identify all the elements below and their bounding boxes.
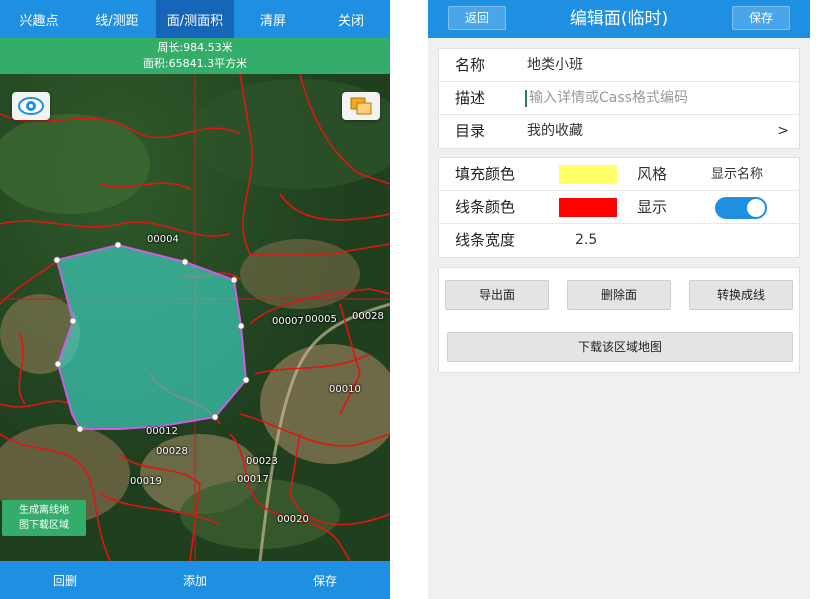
style-label: 风格 — [637, 165, 668, 183]
fill-color-swatch[interactable] — [559, 165, 617, 184]
offline-map-line1: 生成离线地 — [19, 505, 69, 516]
desc-input[interactable]: 输入详情或Cass格式编码 — [529, 82, 688, 115]
offline-map-line2: 图下载区域 — [19, 520, 69, 531]
parcel-label: 00023 — [246, 456, 278, 467]
parcel-label: 00017 — [237, 474, 269, 485]
style-value[interactable]: 显示名称 — [711, 158, 763, 191]
desc-row[interactable]: 描述 输入详情或Cass格式编码 — [439, 82, 801, 115]
tab-close[interactable]: 关闭 — [312, 0, 390, 38]
header-save-button[interactable]: 保存 — [732, 6, 790, 30]
delete-polygon-button[interactable]: 删除面 — [567, 280, 671, 310]
measure-banner: 周长:984.53米 面积:65841.3平方米 — [0, 38, 390, 74]
eye-icon[interactable] — [12, 92, 50, 120]
show-label: 显示 — [637, 198, 668, 216]
width-row: 线条宽度 2.5 — [439, 224, 801, 257]
dir-label: 目录 — [455, 122, 486, 140]
offline-map-button[interactable]: 生成离线地 图下载区域 — [2, 500, 86, 536]
parcel-label: 00019 — [130, 476, 162, 487]
line-color-label: 线条颜色 — [455, 198, 516, 216]
area-text: 面积:65841.3平方米 — [142, 57, 248, 70]
parcel-label: 00028 — [352, 311, 384, 322]
line-color-swatch[interactable] — [559, 198, 617, 217]
style-card: 填充颜色 风格 显示名称 线条颜色 显示 线条宽度 2.5 — [438, 157, 801, 258]
name-row[interactable]: 名称 地类小班 — [439, 49, 801, 82]
tab-area-measure[interactable]: 面/测面积 — [156, 0, 234, 38]
parcel-label: 00012 — [146, 426, 178, 437]
dir-value: 我的收藏 — [527, 123, 583, 139]
tab-clear[interactable]: 清屏 — [234, 0, 312, 38]
add-button[interactable]: 添加 — [130, 561, 260, 599]
parcel-label: 00007 — [272, 316, 304, 327]
line-width-value[interactable]: 2.5 — [575, 224, 597, 257]
name-value[interactable]: 地类小班 — [527, 49, 583, 82]
desc-label: 描述 — [455, 89, 486, 107]
top-nav: 兴趣点 线/测距 面/测面积 清屏 关闭 — [0, 0, 390, 38]
undo-button[interactable]: 回删 — [0, 561, 130, 599]
edit-polygon-screen: 编辑面(临时) 返回 保存 名称 地类小班 描述 输入详情或Cass格式编码 目… — [428, 0, 810, 599]
line-row: 线条颜色 显示 — [439, 191, 801, 224]
line-width-label: 线条宽度 — [455, 231, 516, 249]
bottom-bar: 回删 添加 保存 — [0, 561, 390, 599]
layers-icon[interactable] — [342, 92, 380, 120]
download-area-map-button[interactable]: 下载该区域地图 — [447, 332, 793, 362]
back-button[interactable]: 返回 — [448, 6, 506, 30]
export-polygon-button[interactable]: 导出面 — [445, 280, 549, 310]
fill-row: 填充颜色 风格 显示名称 — [439, 158, 801, 191]
name-label: 名称 — [455, 56, 486, 74]
parcel-label: 00020 — [277, 514, 309, 525]
fill-color-label: 填充颜色 — [455, 165, 516, 183]
map-screen: 兴趣点 线/测距 面/测面积 清屏 关闭 周长:984.53米 面积:65841… — [0, 0, 390, 599]
parcel-label: 00005 — [305, 314, 337, 325]
show-toggle[interactable] — [715, 197, 767, 219]
convert-to-line-button[interactable]: 转换成线 — [689, 280, 793, 310]
parcel-label: 00028 — [156, 446, 188, 457]
save-button[interactable]: 保存 — [260, 561, 390, 599]
tab-line-distance[interactable]: 线/测距 — [78, 0, 156, 38]
text-cursor — [525, 90, 527, 107]
tab-poi[interactable]: 兴趣点 — [0, 0, 78, 38]
actions-card: 导出面 删除面 转换成线 下载该区域地图 — [438, 267, 800, 373]
directory-row[interactable]: 目录 我的收藏 > — [439, 115, 801, 148]
parcel-label: 00004 — [147, 234, 179, 245]
parcel-label: 00010 — [329, 384, 361, 395]
info-card: 名称 地类小班 描述 输入详情或Cass格式编码 目录 我的收藏 > — [438, 48, 801, 149]
perimeter-text: 周长:984.53米 — [157, 41, 233, 54]
chevron-right-icon[interactable]: > — [777, 115, 789, 148]
toggle-knob — [747, 199, 765, 217]
